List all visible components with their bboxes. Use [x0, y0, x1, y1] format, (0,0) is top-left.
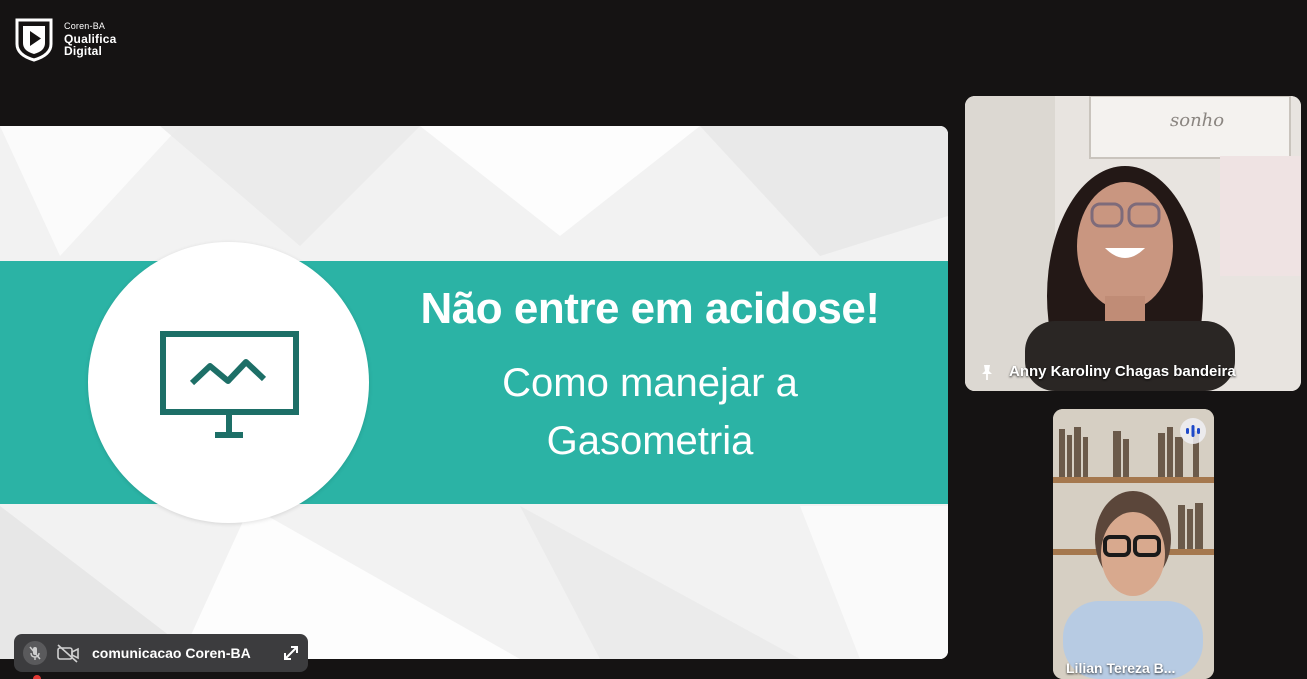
recording-indicator — [33, 675, 41, 679]
svg-text:sonho: sonho — [1170, 110, 1224, 131]
mic-off-icon[interactable] — [23, 641, 47, 665]
participant-name-1: Anny Karoliny Chagas bandeira — [1009, 363, 1236, 380]
participant-tile-1[interactable]: sonho Anny Karoliny Chagas bandeira — [965, 96, 1301, 391]
slide-subtitle-line-2: Gasometria — [546, 419, 754, 463]
brand-logo: Coren-BA Qualifica Digital — [14, 17, 116, 62]
presentation-board-icon — [160, 331, 299, 438]
presenter-name: comunicacao Coren-BA — [92, 645, 251, 661]
pin-icon[interactable] — [978, 363, 996, 381]
play-shield-icon — [15, 18, 53, 62]
presenter-control-bar: comunicacao Coren-BA — [14, 634, 308, 672]
meeting-stage: Coren-BA Qualifica Digital Não entre em … — [0, 0, 1307, 679]
camera-off-icon[interactable] — [56, 643, 80, 663]
logo-org-text: Coren-BA — [64, 21, 106, 31]
participant-name-2: Lilian Tereza B... — [1066, 660, 1176, 676]
logo-line-2: Digital — [64, 44, 103, 58]
audio-level-icon — [1180, 418, 1206, 444]
participant-video-2 — [1053, 409, 1214, 679]
expand-icon[interactable] — [281, 643, 301, 663]
participant-tile-2[interactable]: Lilian Tereza B... — [1053, 409, 1214, 679]
participant-video-1: sonho — [965, 96, 1301, 391]
slide-subtitle-line-1: Como manejar a — [502, 361, 798, 405]
slide-title: Não entre em acidose! — [420, 284, 881, 333]
slide-subtitle: Como manejar a Gasometria — [370, 354, 930, 470]
shared-presentation: Não entre em acidose! Como manejar a Gas… — [0, 126, 948, 659]
